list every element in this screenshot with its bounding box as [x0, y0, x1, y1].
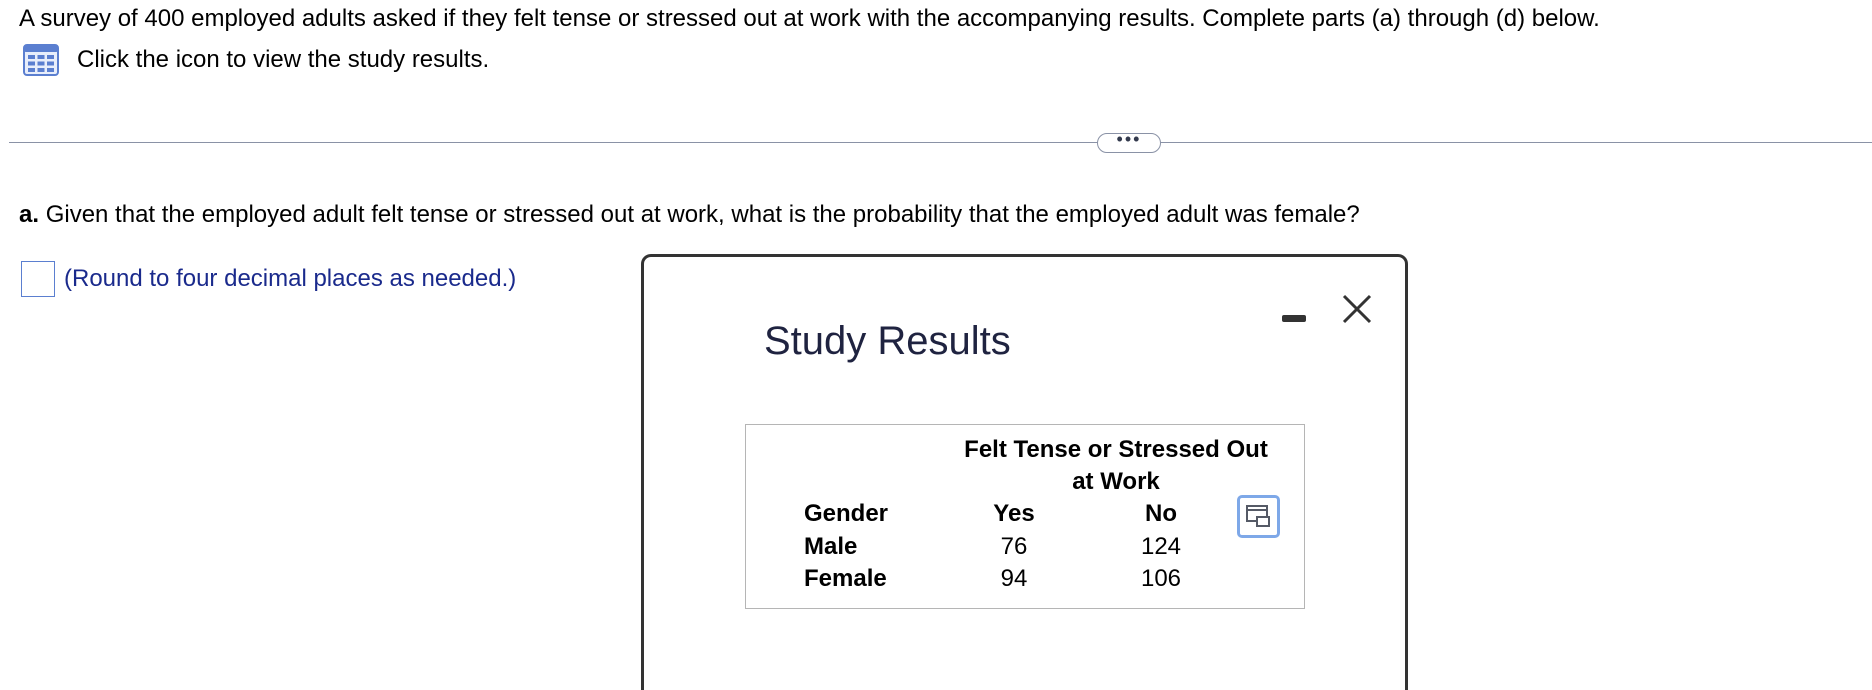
cell-female-yes: 94: [1000, 565, 1028, 592]
question-text: Given that the employed adult felt tense…: [45, 201, 1360, 228]
cell-male-yes: 76: [1000, 533, 1028, 560]
question-part-label: a.: [19, 201, 40, 228]
group-header-line2: at Work: [1072, 468, 1160, 495]
cell-male-no: 124: [1140, 533, 1182, 560]
study-results-dialog: Study Results Felt Tense or Stressed Out…: [641, 254, 1408, 690]
dialog-title: Study Results: [764, 319, 1011, 363]
minimize-icon: [1282, 315, 1306, 322]
more-options-button[interactable]: •••: [1097, 130, 1161, 153]
view-results-link[interactable]: Click the icon to view the study results…: [23, 44, 489, 76]
section-divider: [9, 142, 1872, 143]
close-button[interactable]: [1339, 291, 1375, 327]
minimize-button[interactable]: [1279, 307, 1313, 333]
row-header-gender: Gender: [804, 500, 889, 527]
intro-text: A survey of 400 employed adults asked if…: [19, 5, 1600, 32]
cell-female-no: 106: [1140, 565, 1182, 592]
answer-input[interactable]: [21, 261, 55, 297]
group-header-line1: Felt Tense or Stressed Out: [964, 436, 1268, 463]
view-results-label[interactable]: Click the icon to view the study results…: [77, 45, 489, 75]
col-header-no: No: [1145, 500, 1177, 527]
table-grid-icon[interactable]: [23, 44, 59, 76]
study-results-table: Felt Tense or Stressed Out at Work Gende…: [745, 424, 1305, 609]
row-label-male: Male: [804, 533, 858, 560]
page: A survey of 400 employed adults asked if…: [0, 0, 1872, 690]
close-icon: [1342, 294, 1372, 324]
col-header-yes: Yes: [993, 500, 1035, 527]
copy-table-button[interactable]: [1237, 495, 1280, 538]
round-note: (Round to four decimal places as needed.…: [64, 265, 517, 292]
copy-icon: [1246, 505, 1270, 527]
question-a: a. Given that the employed adult felt te…: [19, 200, 1360, 230]
row-label-female: Female: [804, 565, 887, 592]
